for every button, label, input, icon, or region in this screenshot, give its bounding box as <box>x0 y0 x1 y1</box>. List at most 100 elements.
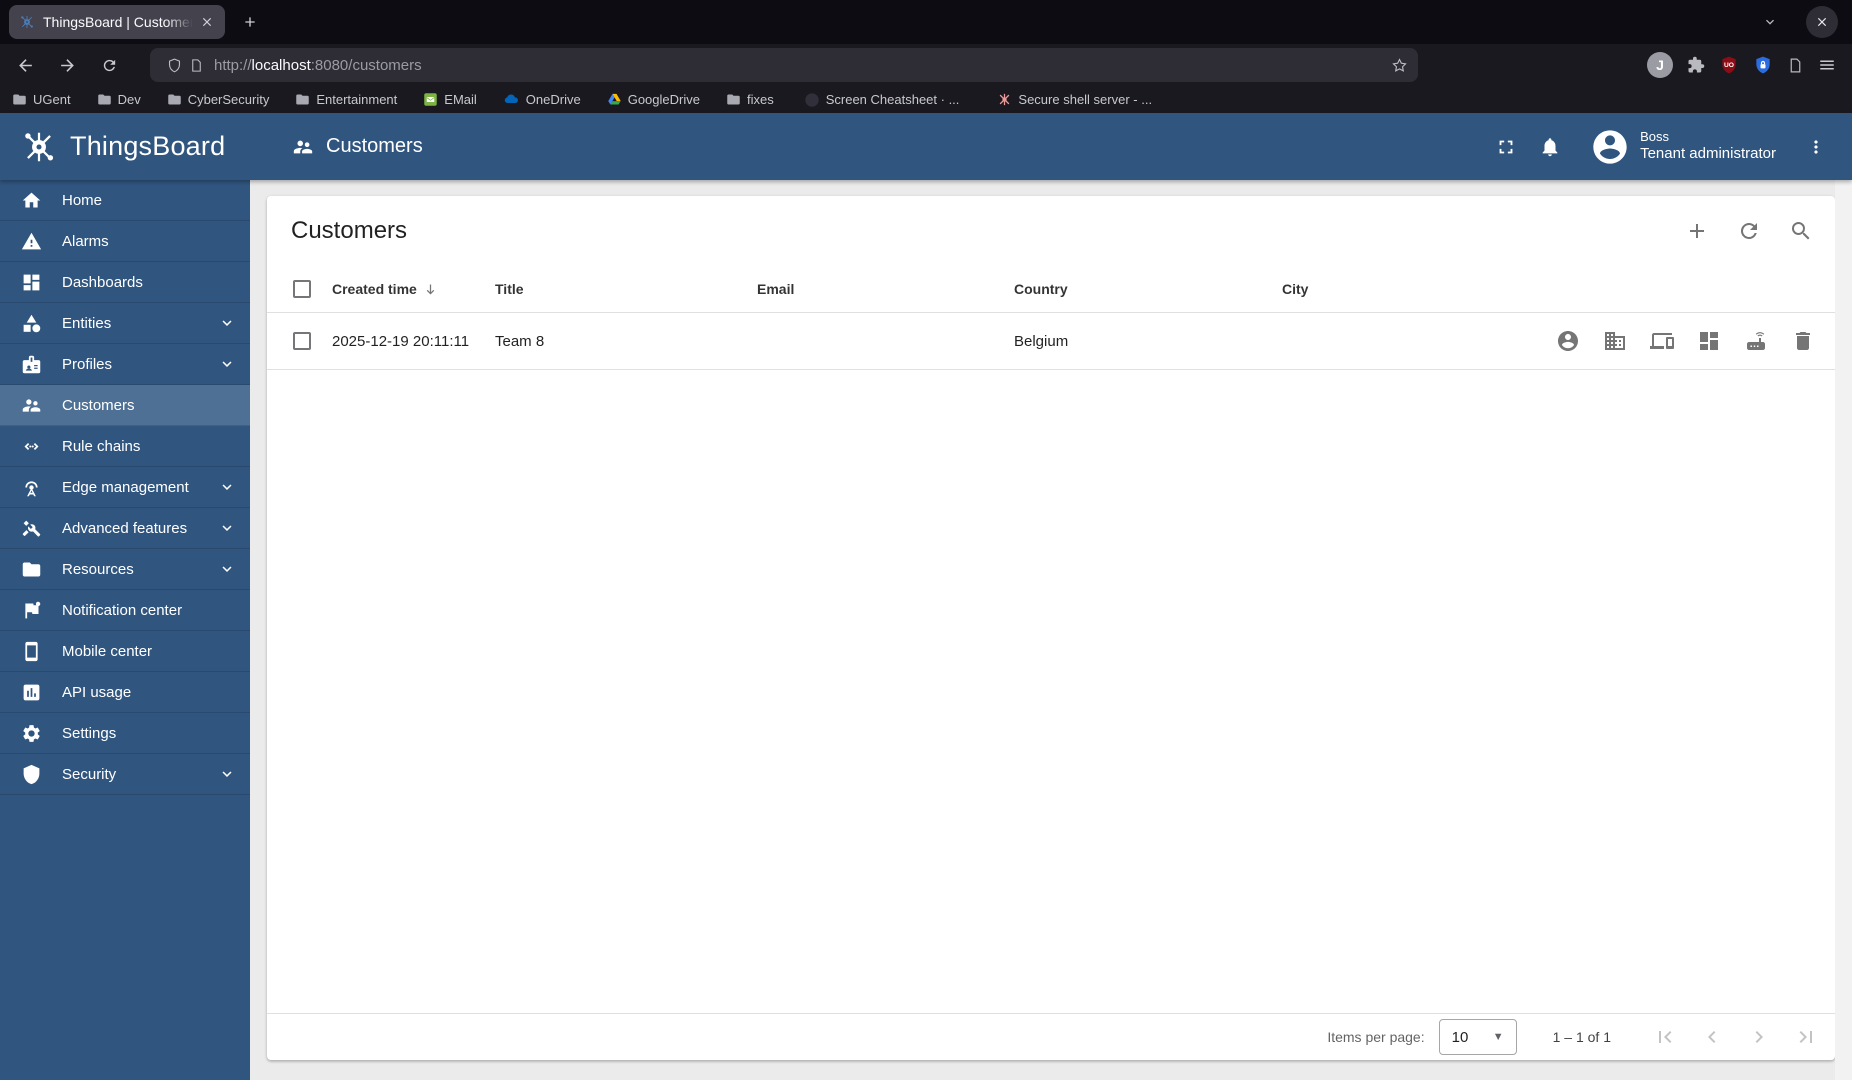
manage-devices-icon[interactable] <box>1650 329 1674 353</box>
manage-customer-users-icon[interactable] <box>1556 329 1580 353</box>
page-info-icon[interactable] <box>189 58 204 73</box>
sidebar-item-notification-center[interactable]: Notification center <box>0 590 250 631</box>
sidebar-item-security[interactable]: Security <box>0 754 250 795</box>
manage-assets-icon[interactable] <box>1603 329 1627 353</box>
bookmark-folder-fixes[interactable]: fixes <box>726 92 774 107</box>
column-header-country[interactable]: Country <box>1014 281 1282 297</box>
bitwarden-extension-icon[interactable] <box>1753 55 1773 75</box>
column-header-created-time[interactable]: Created time <box>332 281 495 297</box>
user-name: Boss <box>1640 129 1669 144</box>
search-button[interactable] <box>1779 209 1823 253</box>
github-icon <box>804 92 820 108</box>
tab-title: ThingsBoard | Customer <box>43 14 193 30</box>
sidebar-item-alarms[interactable]: Alarms <box>0 221 250 262</box>
chevron-down-icon <box>218 314 236 332</box>
refresh-button[interactable] <box>1727 209 1771 253</box>
gear-icon <box>21 723 42 744</box>
sidebar-item-home[interactable]: Home <box>0 180 250 221</box>
bookmark-star-icon[interactable] <box>1391 57 1408 74</box>
onedrive-cloud-icon <box>503 91 520 108</box>
bookmark-folder-ugent[interactable]: UGent <box>12 92 71 107</box>
app-header: ThingsBoard Customers Boss Tenant admini… <box>0 113 1852 180</box>
window-close-button[interactable] <box>1806 6 1838 38</box>
notifications-bell-button[interactable] <box>1528 125 1572 169</box>
delete-icon[interactable] <box>1791 329 1815 353</box>
sidebar-item-advanced-features[interactable]: Advanced features <box>0 508 250 549</box>
user-menu[interactable]: Boss Tenant administrator <box>1590 127 1776 167</box>
cell-title: Team 8 <box>495 332 545 350</box>
people-icon <box>21 395 42 416</box>
items-per-page-label: Items per page: <box>1327 1029 1425 1045</box>
sidebar-item-mobile-center[interactable]: Mobile center <box>0 631 250 672</box>
sidebar-nav: Home Alarms Dashboards Entities Profiles… <box>0 180 250 1080</box>
user-role: Tenant administrator <box>1640 145 1776 163</box>
sidebar-item-entities[interactable]: Entities <box>0 303 250 344</box>
sidebar-item-rule-chains[interactable]: Rule chains <box>0 426 250 467</box>
user-avatar-icon <box>1590 127 1630 167</box>
bookmark-folder-dev[interactable]: Dev <box>97 92 141 107</box>
sidebar-toggle-icon[interactable] <box>1787 57 1804 74</box>
add-customer-button[interactable] <box>1675 209 1719 253</box>
page-scrollbar[interactable] <box>1835 180 1852 1080</box>
forward-button[interactable] <box>50 48 84 82</box>
tab-close-icon[interactable] <box>197 12 217 32</box>
app-menu-icon[interactable] <box>1818 56 1836 74</box>
manage-dashboards-icon[interactable] <box>1697 329 1721 353</box>
header-more-menu-button[interactable] <box>1794 125 1838 169</box>
new-tab-button[interactable] <box>233 5 267 39</box>
card-title: Customers <box>291 217 408 244</box>
select-arrow-icon: ▼ <box>1492 1031 1504 1043</box>
chevron-down-icon <box>218 478 236 496</box>
sidebar-item-customers[interactable]: Customers <box>0 385 250 426</box>
url-bar[interactable]: http://localhost:8080/customers <box>150 48 1418 82</box>
first-page-button[interactable] <box>1641 1017 1688 1057</box>
back-button[interactable] <box>8 48 42 82</box>
manage-edges-icon[interactable] <box>1744 329 1768 353</box>
flag-icon <box>21 600 42 621</box>
shield-icon <box>21 764 42 785</box>
row-checkbox[interactable] <box>293 332 311 350</box>
bookmark-email[interactable]: EMail <box>423 92 477 107</box>
column-header-city[interactable]: City <box>1282 281 1548 297</box>
bookmark-screen-cheatsheet[interactable]: Screen Cheatsheet · ... <box>804 92 959 108</box>
url-text: http://localhost:8080/customers <box>214 56 422 74</box>
column-header-title[interactable]: Title <box>495 281 757 297</box>
ublock-extension-icon[interactable] <box>1719 55 1739 75</box>
thingsboard-red-icon <box>997 92 1012 107</box>
bookmark-onedrive[interactable]: OneDrive <box>503 91 581 108</box>
cell-created-time: 2025-12-19 20:11:11 <box>332 332 470 350</box>
bookmark-folder-cybersecurity[interactable]: CyberSecurity <box>167 92 269 107</box>
sidebar-item-dashboards[interactable]: Dashboards <box>0 262 250 303</box>
bookmark-googledrive[interactable]: GoogleDrive <box>607 92 700 107</box>
last-page-button[interactable] <box>1782 1017 1829 1057</box>
column-header-email[interactable]: Email <box>757 281 1014 297</box>
items-per-page-select[interactable]: 10 ▼ <box>1438 1019 1517 1055</box>
firefox-account-avatar[interactable]: J <box>1647 52 1673 78</box>
extensions-puzzle-icon[interactable] <box>1687 56 1705 74</box>
folder-icon <box>726 92 741 107</box>
thingsboard-brand[interactable]: ThingsBoard <box>0 128 250 166</box>
bookmark-secure-shell[interactable]: Secure shell server - ... <box>997 92 1152 107</box>
page-header-title: Customers <box>326 135 423 157</box>
table-row[interactable]: 2025-12-19 20:11:11 Team 8 Belgium <box>267 313 1835 370</box>
reload-button[interactable] <box>92 48 126 82</box>
antenna-icon <box>21 477 42 498</box>
sidebar-item-api-usage[interactable]: API usage <box>0 672 250 713</box>
page-range-label: 1 – 1 of 1 <box>1552 1029 1611 1045</box>
tracking-shield-icon[interactable] <box>166 57 183 74</box>
bookmark-folder-entertainment[interactable]: Entertainment <box>295 92 397 107</box>
select-all-checkbox[interactable] <box>293 280 311 298</box>
browser-nav-bar: http://localhost:8080/customers J <box>0 44 1852 86</box>
smartphone-icon <box>21 641 42 662</box>
list-tabs-icon[interactable] <box>1762 14 1778 30</box>
sidebar-item-settings[interactable]: Settings <box>0 713 250 754</box>
browser-tab[interactable]: ThingsBoard | Customer <box>9 5 225 39</box>
fullscreen-button[interactable] <box>1484 125 1528 169</box>
sidebar-item-profiles[interactable]: Profiles <box>0 344 250 385</box>
sidebar-item-resources[interactable]: Resources <box>0 549 250 590</box>
badge-icon <box>21 354 42 375</box>
previous-page-button[interactable] <box>1688 1017 1735 1057</box>
sidebar-item-edge-management[interactable]: Edge management <box>0 467 250 508</box>
browser-tab-bar: ThingsBoard | Customer <box>0 0 1852 44</box>
next-page-button[interactable] <box>1735 1017 1782 1057</box>
